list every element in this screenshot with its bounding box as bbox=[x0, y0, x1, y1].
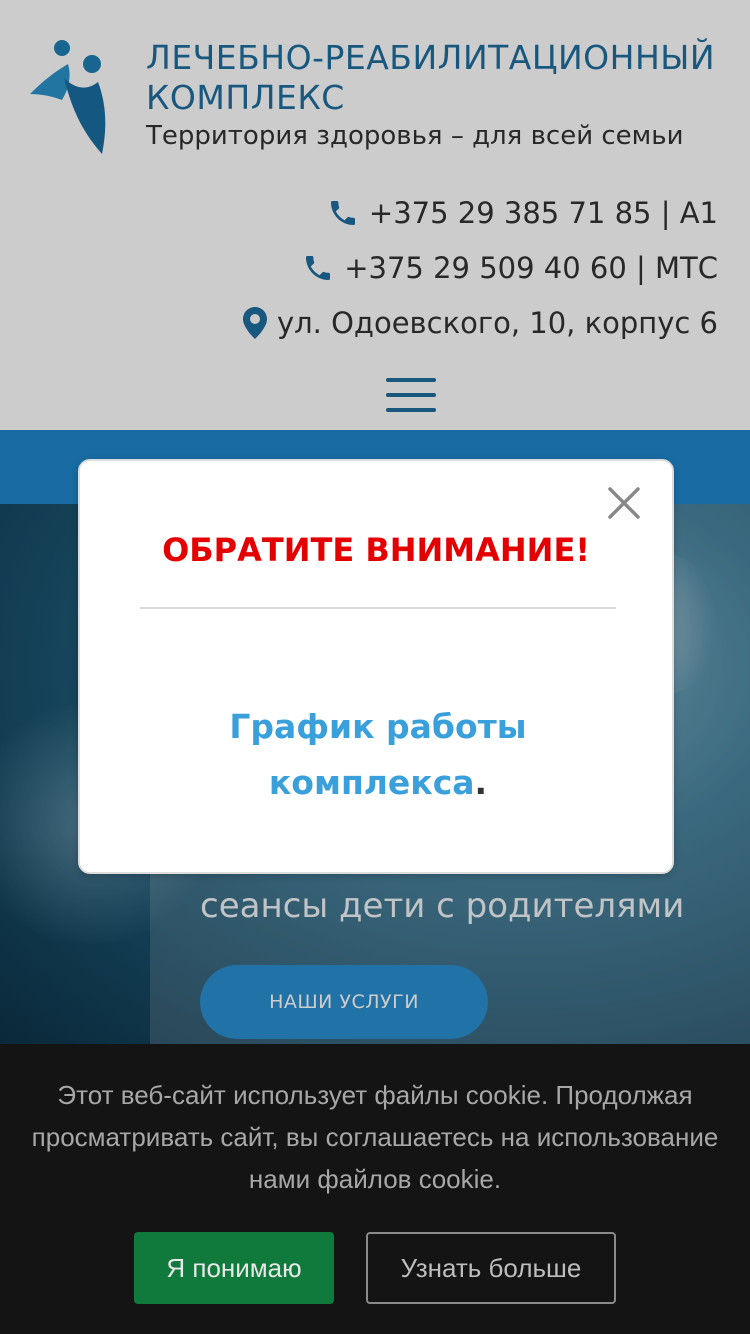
modal-body: График работы комплекса. bbox=[160, 699, 596, 811]
close-icon[interactable] bbox=[606, 485, 642, 521]
accept-cookies-button[interactable]: Я понимаю bbox=[134, 1232, 334, 1304]
modal-title: ОБРАТИТЕ ВНИМАНИЕ! bbox=[162, 531, 590, 569]
notice-modal: ОБРАТИТЕ ВНИМАНИЕ! График работы комплек… bbox=[78, 459, 674, 874]
divider bbox=[140, 607, 616, 609]
learn-more-button[interactable]: Узнать больше bbox=[366, 1232, 616, 1304]
cookie-banner: Этот веб-сайт использует файлы cookie. П… bbox=[0, 1044, 750, 1334]
modal-trailing: . bbox=[474, 763, 488, 802]
cookie-text: Этот веб-сайт использует файлы cookie. П… bbox=[31, 1080, 719, 1194]
